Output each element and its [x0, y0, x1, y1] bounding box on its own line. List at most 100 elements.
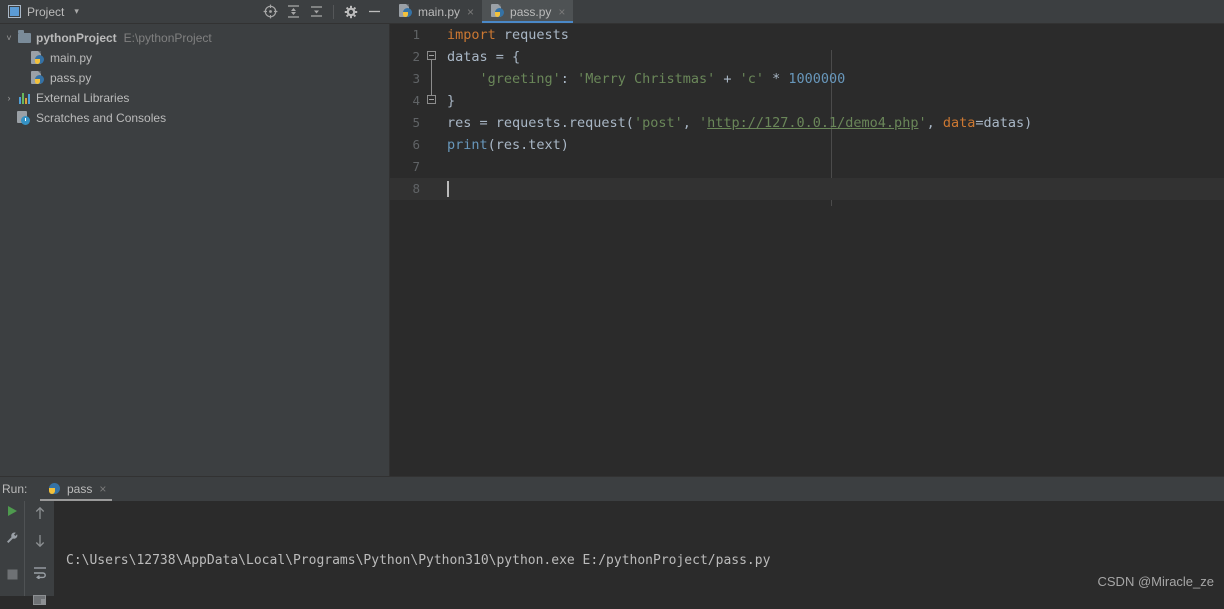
run-tool-window: Run: pass × C:\Users\12738\AppData\Local… — [0, 476, 1224, 605]
run-body: C:\Users\12738\AppData\Local\Programs\Py… — [0, 501, 1224, 605]
fold-gutter — [424, 156, 442, 178]
code-token-sep: , — [682, 115, 699, 131]
collapse-all-icon[interactable] — [306, 2, 326, 22]
code-token-var: datas — [983, 115, 1025, 131]
line-number: 4 — [412, 93, 420, 108]
gear-icon[interactable] — [341, 2, 361, 22]
chevron-right-icon[interactable]: › — [2, 93, 16, 103]
code-line-7: 7 — [390, 156, 1224, 178]
code-token-url[interactable]: http://127.0.0.1/demo4.php — [707, 115, 918, 131]
tree-node-pass-py[interactable]: pass.py — [0, 68, 389, 88]
code-token-number: 1000000 — [788, 71, 846, 87]
fold-gutter — [424, 134, 442, 156]
main-area: ˅ pythonProject E:\pythonProject main.py… — [0, 24, 1224, 476]
fold-collapse-icon[interactable] — [427, 51, 436, 60]
toolbar-divider — [333, 4, 334, 19]
tree-node-main-py[interactable]: main.py — [0, 48, 389, 68]
tree-node-label: External Libraries — [36, 91, 130, 105]
editor-tab-pass[interactable]: pass.py × — [482, 0, 574, 23]
console-output[interactable]: C:\Users\12738\AppData\Local\Programs\Py… — [54, 501, 1224, 596]
editor-tab-bar: main.py × pass.py × — [390, 0, 1224, 24]
code-token-quote: ' — [698, 115, 708, 131]
stop-icon[interactable] — [6, 568, 19, 584]
line-number: 7 — [412, 159, 420, 174]
soft-wrap-icon[interactable] — [32, 565, 48, 582]
code-token-keyword: import — [447, 27, 496, 43]
code-token-string: 'Merry Christmas' — [577, 71, 716, 87]
tree-node-scratches[interactable]: Scratches and Consoles — [0, 108, 389, 128]
code-token-string: 'post' — [633, 115, 683, 131]
code-token-eq: = — [975, 115, 984, 131]
scratches-icon — [16, 110, 32, 126]
close-icon[interactable]: × — [558, 6, 565, 18]
code-text: res = requests.request('post', 'http://1… — [442, 112, 1032, 134]
run-left-toolbar — [0, 501, 24, 596]
line-number: 8 — [412, 181, 420, 196]
editor-tab-label: pass.py — [510, 4, 552, 19]
code-token-module: requests — [495, 27, 569, 43]
code-token-mul: * — [764, 71, 789, 87]
tree-node-external-libraries[interactable]: › External Libraries — [0, 88, 389, 108]
external-libraries-icon — [16, 90, 32, 106]
fold-gutter — [424, 68, 442, 90]
close-icon[interactable]: × — [99, 483, 106, 495]
fold-collapse-icon[interactable] — [427, 95, 436, 104]
run-right-toolbar — [24, 501, 54, 605]
watermark: CSDN @Miracle_ze — [1097, 574, 1215, 589]
tree-node-label: pythonProject — [36, 31, 117, 45]
text-caret — [447, 181, 449, 197]
code-editor[interactable]: 1 import requests 2 datas = { 3 'greetin… — [390, 24, 1224, 476]
tree-node-label: main.py — [50, 51, 93, 65]
arrow-down-icon[interactable] — [33, 533, 47, 552]
line-number: 3 — [412, 71, 420, 86]
folder-icon — [16, 30, 32, 46]
tree-node-label: Scratches and Consoles — [36, 111, 167, 125]
line-number: 6 — [412, 137, 420, 152]
print-icon[interactable] — [32, 593, 48, 609]
fold-gutter — [424, 178, 442, 200]
project-panel-title: Project — [27, 4, 65, 19]
tree-node-label: pass.py — [50, 71, 92, 85]
pycharm-window: Project ▾ main.py × pass.py × ˅ pythonPr… — [0, 0, 1224, 605]
line-number: 1 — [412, 27, 420, 42]
expand-all-icon[interactable] — [283, 2, 303, 22]
code-token-op: = { — [487, 49, 521, 65]
code-area[interactable]: 1 import requests 2 datas = { 3 'greetin… — [390, 24, 1224, 200]
fold-gutter — [424, 112, 442, 134]
locate-icon[interactable] — [260, 2, 280, 22]
code-token-quote: ' — [918, 115, 927, 131]
run-label: Run: — [2, 482, 28, 496]
code-line-1: 1 import requests — [390, 24, 1224, 46]
python-file-icon — [30, 50, 46, 66]
line-number: 2 — [412, 49, 420, 64]
wrench-icon[interactable] — [5, 531, 19, 548]
run-icon[interactable] — [5, 504, 19, 521]
arrow-up-icon[interactable] — [33, 505, 47, 524]
code-token-string: 'c' — [739, 71, 765, 87]
code-line-2: 2 datas = { — [390, 46, 1224, 68]
python-file-icon — [48, 482, 62, 497]
fold-gutter — [424, 24, 442, 46]
code-token-sep: , — [926, 115, 943, 131]
chevron-down-icon[interactable]: ▾ — [74, 7, 79, 16]
run-tab-pass[interactable]: pass × — [38, 477, 114, 501]
code-token-plus: + — [715, 71, 740, 87]
python-file-icon — [30, 70, 46, 86]
run-tab-label: pass — [67, 482, 93, 496]
line-number: 5 — [412, 115, 420, 130]
code-token-paren: ) — [1024, 115, 1033, 131]
project-panel-header: Project ▾ — [0, 0, 390, 24]
fold-gutter[interactable] — [424, 46, 442, 68]
code-token-kwarg: data — [942, 115, 976, 131]
fold-gutter[interactable] — [424, 90, 442, 112]
chevron-expanded-icon[interactable]: ˅ — [2, 33, 16, 43]
project-panel-toolbar — [260, 2, 390, 22]
close-icon[interactable]: × — [467, 6, 474, 18]
code-text: import requests — [442, 24, 569, 46]
code-token-colon: : — [560, 71, 578, 87]
editor-tab-main[interactable]: main.py × — [390, 0, 482, 23]
tree-node-pythonproject[interactable]: ˅ pythonProject E:\pythonProject — [0, 28, 389, 48]
console-line: C:\Users\12738\AppData\Local\Programs\Py… — [66, 553, 771, 568]
editor-tab-label: main.py — [418, 4, 461, 19]
minimize-icon[interactable] — [364, 2, 384, 22]
